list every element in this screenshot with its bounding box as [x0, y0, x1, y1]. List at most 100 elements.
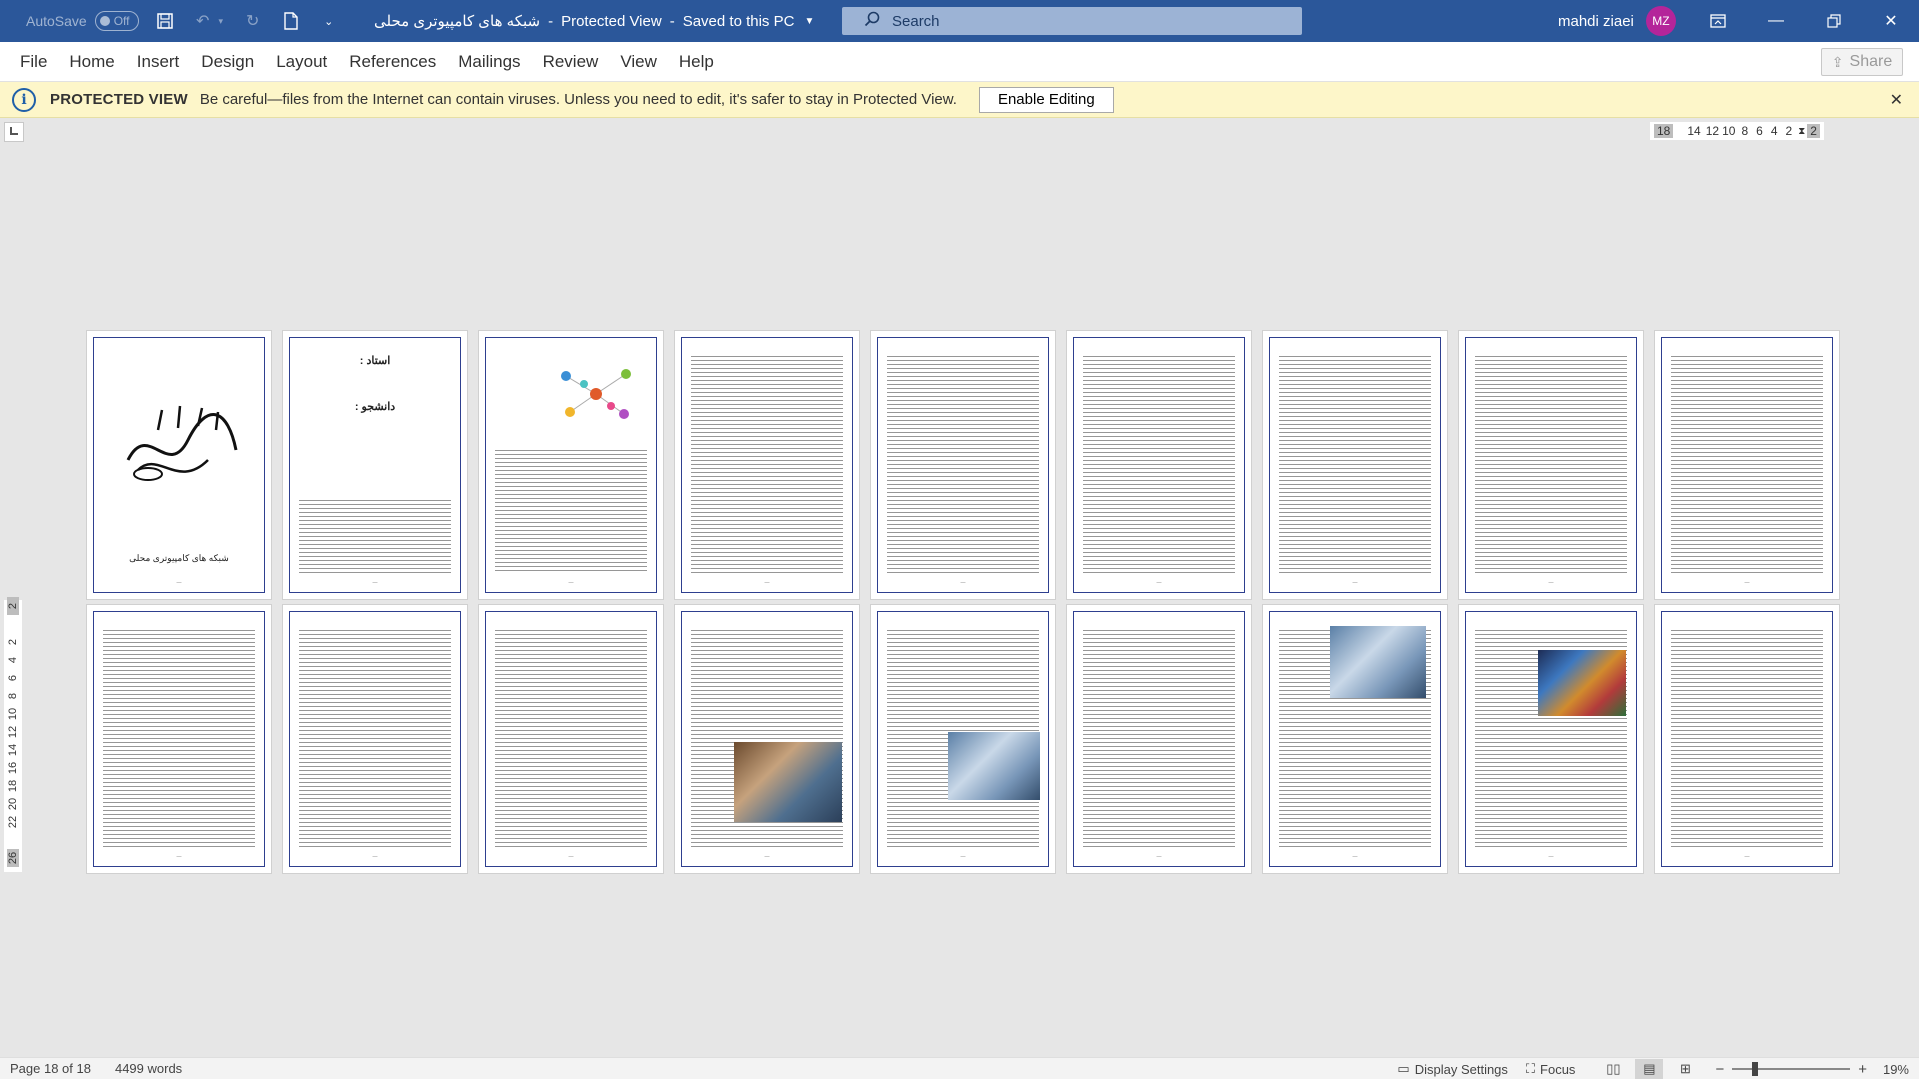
read-mode-icon[interactable]: ▯▯ — [1599, 1059, 1627, 1079]
zoom-slider[interactable] — [1732, 1062, 1851, 1076]
page-thumbnail[interactable]: — — [1654, 330, 1840, 600]
ruler-tick: 22 — [7, 815, 19, 829]
undo-dropdown-icon[interactable]: ▾ — [215, 9, 227, 33]
page-thumbnail[interactable]: — — [478, 330, 664, 600]
ribbon-tabs: File Home Insert Design Layout Reference… — [0, 42, 1919, 82]
page-thumbnail[interactable]: شبکه های کامپیوتری محلی — — [86, 330, 272, 600]
new-document-icon[interactable] — [279, 9, 303, 33]
redo-icon[interactable]: ↻ — [241, 9, 265, 33]
restore-icon[interactable] — [1806, 0, 1862, 42]
ruler-tick: 2 — [7, 638, 19, 646]
paragraph-block — [299, 498, 451, 574]
page-thumbnail[interactable]: — — [1066, 330, 1252, 600]
title-separator: - — [548, 12, 554, 30]
paragraph-block — [103, 628, 255, 848]
tab-file[interactable]: File — [0, 42, 58, 82]
ruler-tick: 18 — [1654, 124, 1674, 138]
tab-design[interactable]: Design — [190, 42, 265, 82]
ribbon-display-options-icon[interactable] — [1690, 0, 1746, 42]
ruler-tick: 10 — [1722, 124, 1736, 138]
page-number: — — [176, 580, 182, 586]
tab-layout[interactable]: Layout — [265, 42, 338, 82]
tab-review[interactable]: Review — [532, 42, 610, 82]
ruler-tick: 4 — [1770, 124, 1778, 138]
web-layout-icon[interactable]: ⊞ — [1671, 1059, 1699, 1079]
page-border: — — [485, 337, 657, 593]
tab-home[interactable]: Home — [58, 42, 125, 82]
autosave-toggle[interactable]: Off — [94, 11, 139, 31]
autosave-state: Off — [113, 14, 130, 28]
zoom-level[interactable]: 19% — [1883, 1062, 1909, 1077]
page-thumbnail[interactable]: استاد : دانشجو : — — [282, 330, 468, 600]
page-thumbnail[interactable]: — — [870, 330, 1056, 600]
chevron-down-icon[interactable]: ▼ — [804, 16, 814, 27]
protected-view-bar: i PROTECTED VIEW Be careful—files from t… — [0, 82, 1919, 118]
ruler-tick: 14 — [1687, 124, 1701, 138]
autosave-control[interactable]: AutoSave Off — [26, 11, 139, 31]
minimize-icon[interactable]: — — [1748, 0, 1804, 42]
enable-editing-button[interactable]: Enable Editing — [978, 86, 1114, 113]
page-thumbnail[interactable]: — — [1458, 330, 1644, 600]
tab-view[interactable]: View — [609, 42, 668, 82]
ruler-tick: 2 — [7, 597, 19, 615]
page-thumbnail[interactable]: — — [282, 604, 468, 874]
ruler-tick: 6 — [7, 674, 19, 682]
title-bar: AutoSave Off ↶ ▾ ↻ ⌄ شبکه های کامپیوتری … — [0, 0, 1919, 42]
page-thumbnail[interactable]: — — [478, 604, 664, 874]
undo-icon[interactable]: ↶ — [191, 9, 215, 33]
paragraph-block — [1671, 354, 1823, 574]
page-thumbnail[interactable]: — — [1066, 604, 1252, 874]
focus-label: Focus — [1540, 1061, 1576, 1077]
search-box[interactable]: Search — [842, 7, 1302, 35]
page-number: — — [764, 854, 770, 860]
zoom-slider-thumb[interactable] — [1752, 1062, 1759, 1076]
close-icon[interactable]: ✕ — [1890, 90, 1903, 110]
save-icon[interactable] — [153, 9, 177, 33]
ruler-tick: 14 — [7, 743, 19, 757]
document-name: شبکه های کامپیوتری محلی — [374, 13, 541, 30]
focus-button[interactable]: ⛶ Focus — [1526, 1061, 1576, 1077]
display-settings-button[interactable]: ▭ Display Settings — [1397, 1061, 1508, 1077]
page-thumbnail[interactable]: — — [1262, 604, 1448, 874]
page-indicator[interactable]: Page 18 of 18 — [10, 1061, 91, 1076]
tab-help[interactable]: Help — [668, 42, 725, 82]
word-count[interactable]: 4499 words — [115, 1061, 182, 1076]
tab-references[interactable]: References — [338, 42, 447, 82]
customize-quick-access-icon[interactable]: ⌄ — [317, 9, 341, 33]
indent-marker-icon[interactable]: ⧗ — [1798, 126, 1805, 137]
page-number: — — [1352, 580, 1358, 586]
protected-view-message: Be careful—files from the Internet can c… — [199, 91, 957, 108]
zoom-out-button[interactable]: − — [1715, 1061, 1724, 1078]
print-layout-icon[interactable]: ▤ — [1635, 1059, 1664, 1079]
zoom-in-button[interactable]: + — [1858, 1061, 1867, 1078]
page-thumbnail[interactable]: — — [674, 330, 860, 600]
paragraph-block — [1083, 354, 1235, 574]
close-icon[interactable]: ✕ — [1863, 0, 1919, 42]
tab-selector[interactable] — [4, 122, 24, 142]
page-thumbnail[interactable]: — — [1458, 604, 1644, 874]
page-thumbnail[interactable]: — — [1654, 604, 1840, 874]
horizontal-ruler[interactable]: 18 14 12 10 8 6 4 2 ⧗ 2 — [1650, 122, 1824, 140]
network-photo — [1330, 626, 1426, 698]
page-border: — — [1465, 337, 1637, 593]
tab-mailings[interactable]: Mailings — [447, 42, 531, 82]
avatar[interactable]: MZ — [1645, 6, 1676, 36]
paragraph-block — [1671, 628, 1823, 848]
page-thumbnail[interactable]: — — [870, 604, 1056, 874]
page-thumbnail[interactable]: — — [674, 604, 860, 874]
page-number: — — [1156, 580, 1162, 586]
ruler-tick: 2 — [1785, 124, 1793, 138]
vertical-ruler[interactable]: 2 2 4 6 8 10 12 14 16 18 20 22 26 — [4, 597, 22, 872]
display-settings-label: Display Settings — [1414, 1061, 1508, 1077]
page-thumbnail[interactable]: — — [86, 604, 272, 874]
tab-insert[interactable]: Insert — [126, 42, 191, 82]
network-photo — [1538, 650, 1626, 716]
page-thumbnail[interactable]: — — [1262, 330, 1448, 600]
save-state[interactable]: Saved to this PC — [683, 13, 795, 30]
status-controls: ▭ Display Settings ⛶ Focus ▯▯ ▤ ⊞ − + 19… — [1379, 1058, 1909, 1079]
page-number: — — [568, 854, 574, 860]
ruler-tick: 20 — [7, 797, 19, 811]
page-border: — — [1269, 611, 1441, 867]
share-button[interactable]: ⇪ Share — [1821, 48, 1903, 76]
account-area[interactable]: mahdi ziaei MZ — [1558, 0, 1676, 42]
